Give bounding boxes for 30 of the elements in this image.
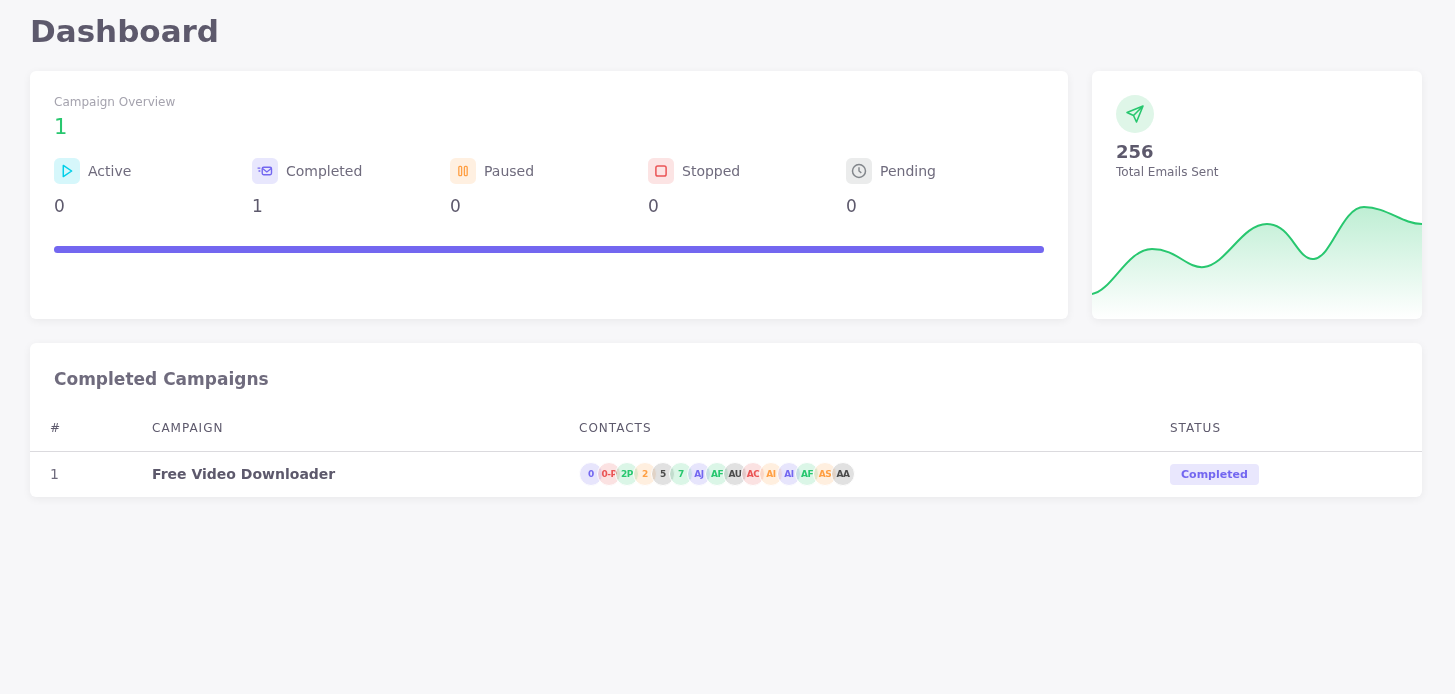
stat-label: Paused <box>484 163 535 179</box>
play-icon <box>54 158 80 184</box>
stat-value: 0 <box>450 196 462 216</box>
emails-label: Total Emails Sent <box>1116 165 1219 179</box>
pause-icon <box>450 158 476 184</box>
stat-value: 0 <box>54 196 66 216</box>
column-header: STATUS <box>1170 421 1422 452</box>
campaign-name: Free Video Downloader <box>152 451 579 497</box>
emails-value: 256 <box>1116 141 1154 162</box>
column-header: # <box>30 421 152 452</box>
stat-value: 0 <box>648 196 660 216</box>
mail-icon <box>252 158 278 184</box>
stat-label: Stopped <box>682 163 741 179</box>
column-header: CONTACTS <box>579 421 1170 452</box>
overview-label: Campaign Overview <box>54 95 177 109</box>
overview-total: 1 <box>54 114 69 140</box>
contact-avatar: AA <box>831 462 855 486</box>
stat-label: Completed <box>286 163 363 179</box>
stat-value: 1 <box>252 196 264 216</box>
stat-label: Pending <box>880 163 936 179</box>
clock-icon <box>846 158 872 184</box>
stat-label: Active <box>88 163 132 179</box>
stop-icon <box>648 158 674 184</box>
send-icon <box>1116 95 1154 133</box>
stat-value: 0 <box>846 196 858 216</box>
card-title: Completed Campaigns <box>53 368 270 389</box>
column-header: CAMPAIGN <box>152 421 579 452</box>
page-title: Dashboard <box>30 12 221 51</box>
status-badge: Completed <box>1170 463 1259 485</box>
table-cell: 1 <box>30 451 152 497</box>
